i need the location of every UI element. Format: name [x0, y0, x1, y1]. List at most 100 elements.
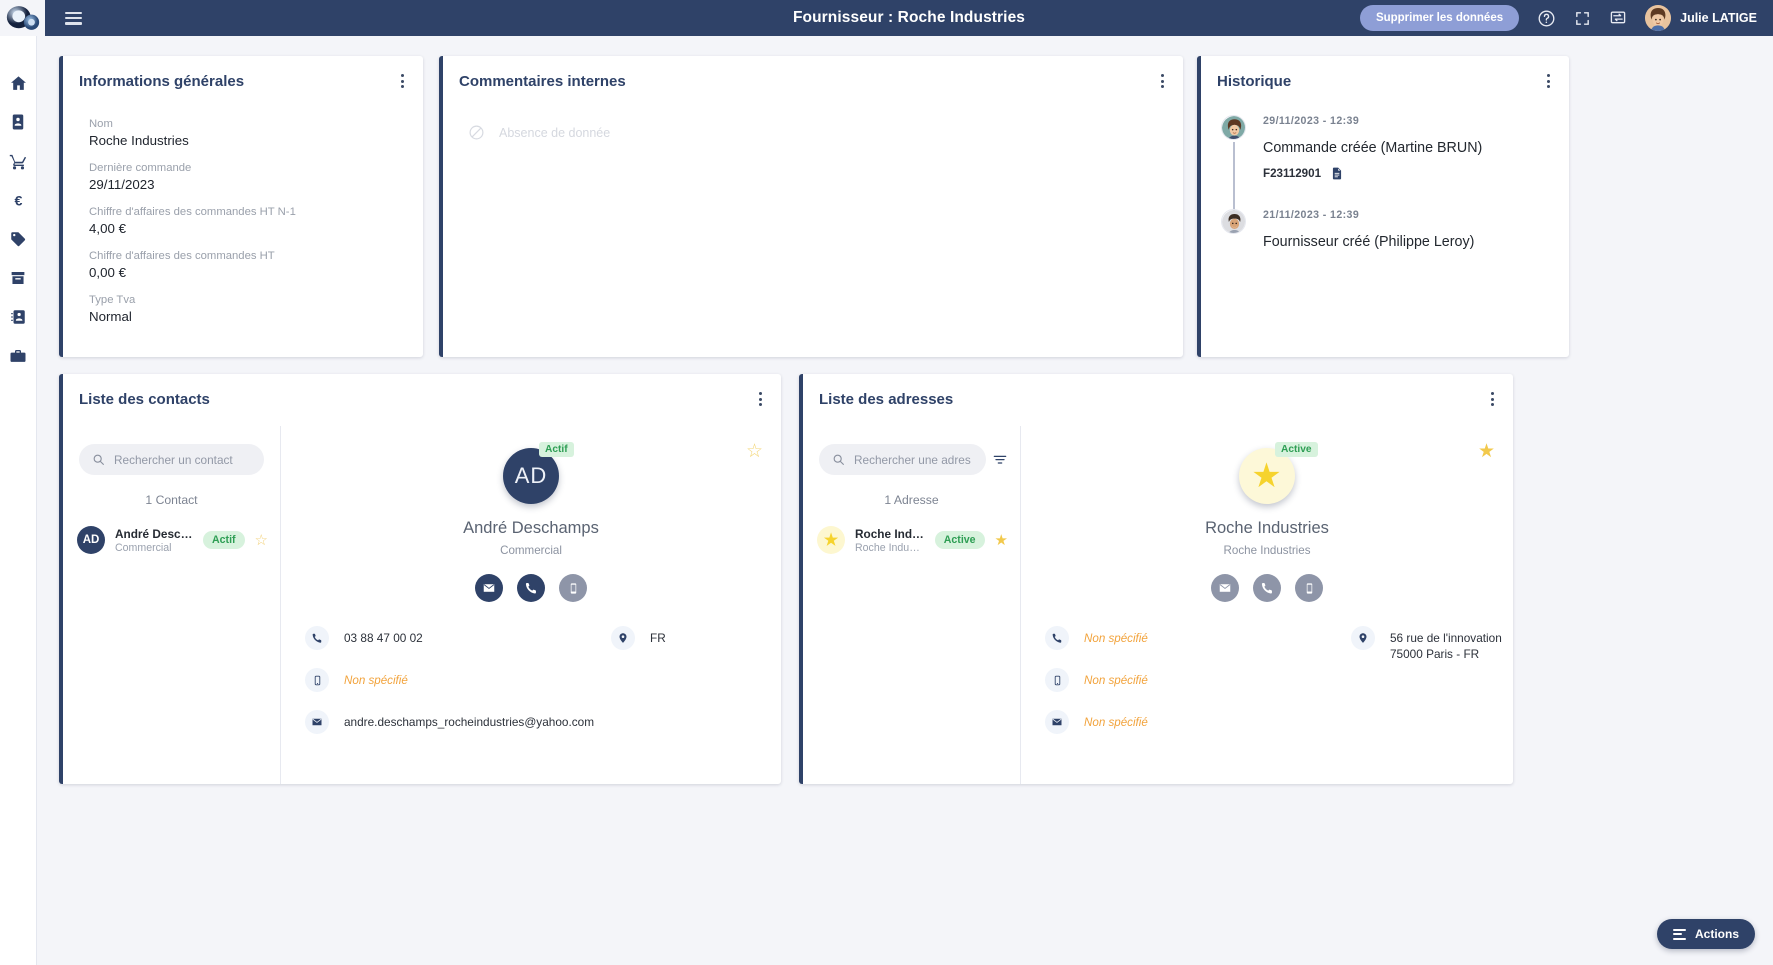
history-timeline: 29/11/2023 - 12:39 Commande créée (Marti…	[1215, 115, 1555, 250]
phone-icon	[305, 626, 329, 650]
phone-action-icon[interactable]	[1253, 574, 1281, 602]
contact-mobile-row: Non spécifié	[305, 668, 605, 692]
actions-button-label: Actions	[1694, 927, 1739, 941]
list-item[interactable]: ★ Roche Industr... Roche Industries Acti…	[803, 517, 1020, 563]
search-input[interactable]	[114, 452, 251, 467]
addresses-menu-button[interactable]	[1484, 390, 1500, 408]
addresses-list-pane: 1 Adresse ★ Roche Industr... Roche Indus…	[803, 426, 1021, 784]
contact-detail: ☆ AD Actif André Deschamps Commercial 03…	[281, 426, 781, 784]
contacts-split: 1 Contact AD André Deschamps Commercial …	[63, 426, 781, 784]
archive-icon[interactable]	[7, 267, 29, 289]
contact-name: André Deschamps	[115, 526, 193, 541]
phone-icon	[1045, 626, 1069, 650]
field-ca-ht-n1: Chiffre d'affaires des commandes HT N-1 …	[89, 206, 296, 236]
address-location-row: 56 rue de l'innovation 75000 Paris - FR	[1351, 626, 1611, 663]
address-name: Roche Industr...	[855, 526, 925, 541]
menu-toggle-button[interactable]	[65, 11, 82, 25]
contact-avatar-wrap: AD Actif	[503, 442, 574, 504]
tag-icon[interactable]	[7, 228, 29, 250]
contact-email-row: andre.deschamps_rocheindustries@yahoo.co…	[305, 710, 605, 734]
history-reference-row: F23112901	[1263, 166, 1555, 181]
mobile-icon	[305, 668, 329, 692]
mobile-action-icon[interactable]	[559, 574, 587, 602]
address-quick-actions	[1021, 574, 1513, 602]
filter-icon[interactable]	[992, 452, 1008, 468]
favorite-star-icon[interactable]: ☆	[746, 440, 763, 463]
location-pin-icon	[1351, 626, 1375, 650]
contact-detail-pane: ☆ AD Actif André Deschamps Commercial 03…	[281, 426, 781, 784]
address-detail-pane: ★ ★ Active Roche Industries Roche Indust…	[1021, 426, 1513, 784]
cart-icon[interactable]	[7, 150, 29, 172]
favorite-star-icon[interactable]: ★	[1478, 440, 1495, 463]
contacts-card: Liste des contacts 1 Contact AD André D	[59, 374, 781, 784]
general-info-menu-button[interactable]	[394, 72, 410, 90]
main-content: Informations générales Nom Roche Industr…	[37, 36, 1773, 965]
address-mobile: Non spécifié	[1084, 674, 1148, 687]
favorite-star-icon: ★	[817, 526, 845, 554]
address-info-right: 56 rue de l'innovation 75000 Paris - FR	[1351, 626, 1611, 681]
address-phone: Non spécifié	[1084, 632, 1148, 645]
phone-action-icon[interactable]	[517, 574, 545, 602]
field-ca-ht: Chiffre d'affaires des commandes HT 0,00…	[89, 250, 275, 280]
history-date: 21/11/2023 - 12:39	[1263, 209, 1360, 221]
status-badge: Actif	[203, 531, 245, 549]
fullscreen-icon[interactable]	[1574, 10, 1591, 27]
contacts-list-pane: 1 Contact AD André Deschamps Commercial …	[63, 426, 281, 784]
euro-icon[interactable]: €	[7, 189, 29, 211]
avatar	[1221, 209, 1246, 234]
app-logo[interactable]	[0, 0, 45, 36]
email-action-icon[interactable]	[475, 574, 503, 602]
favorite-star-icon[interactable]: ★	[995, 531, 1008, 549]
contacts-menu-button[interactable]	[752, 390, 768, 408]
contacts-count: 1 Contact	[145, 493, 198, 507]
field-label: Chiffre d'affaires des commandes HT N-1	[89, 206, 296, 218]
internal-comments-menu-button[interactable]	[1154, 72, 1170, 90]
avatar	[1221, 115, 1246, 140]
svg-text:€: €	[14, 193, 22, 209]
avatar-initials: AD	[77, 526, 105, 554]
history-card: Historique 29/11/2023 - 12:39 Commande c…	[1197, 56, 1569, 357]
address-info-left: Non spécifié Non spécifié Non spécifié	[1045, 626, 1345, 752]
address-avatar-wrap: ★ Active	[1239, 442, 1318, 504]
addresses-count: 1 Adresse	[884, 493, 939, 507]
search-icon	[92, 453, 105, 466]
history-text: Commande créée (Martine BRUN)	[1263, 140, 1483, 156]
mobile-icon	[1045, 668, 1069, 692]
field-label: Chiffre d'affaires des commandes HT	[89, 250, 275, 262]
actions-button[interactable]: Actions	[1656, 919, 1755, 949]
user-name-label: Julie LATIGE	[1680, 11, 1757, 25]
card-title: Liste des contacts	[79, 391, 210, 408]
history-menu-button[interactable]	[1540, 72, 1556, 90]
address-lines: 56 rue de l'innovation 75000 Paris - FR	[1390, 626, 1502, 663]
card-title: Informations générales	[79, 73, 245, 90]
addresses-split: 1 Adresse ★ Roche Industr... Roche Indus…	[803, 426, 1513, 784]
list-item-texts: André Deschamps Commercial	[115, 527, 193, 554]
contact-card-icon[interactable]	[7, 111, 29, 133]
search-input[interactable]	[854, 452, 973, 467]
toolbox-icon[interactable]	[7, 345, 29, 367]
favorite-star-icon[interactable]: ☆	[255, 531, 268, 549]
email-action-icon[interactable]	[1211, 574, 1239, 602]
delete-data-button[interactable]: Supprimer les données	[1359, 5, 1520, 31]
internal-comments-card: Commentaires internes Absence de donnée	[439, 56, 1183, 357]
field-value: 29/11/2023	[89, 177, 155, 192]
empty-state-text: Absence de donnée	[499, 125, 611, 140]
address-line-1: 56 rue de l'innovation	[1390, 631, 1502, 645]
address-line-2: 75000 Paris - FR	[1390, 646, 1480, 661]
contact-search[interactable]	[79, 444, 264, 475]
address-book-icon[interactable]	[7, 306, 29, 328]
home-icon[interactable]	[7, 72, 29, 94]
history-reference: F23112901	[1263, 167, 1322, 180]
help-circle-icon[interactable]	[1537, 9, 1556, 28]
top-bar: Fournisseur : Roche Industries Supprimer…	[45, 0, 1773, 36]
actions-menu-icon	[1672, 928, 1686, 940]
mobile-action-icon[interactable]	[1295, 574, 1323, 602]
field-label: Dernière commande	[89, 162, 192, 174]
message-icon[interactable]	[1609, 9, 1627, 27]
list-item[interactable]: AD André Deschamps Commercial Actif ☆	[63, 517, 280, 563]
card-title: Historique	[1217, 73, 1292, 90]
user-menu[interactable]: Julie LATIGE	[1645, 5, 1757, 31]
address-search[interactable]	[819, 444, 986, 475]
contact-detail-role: Commercial	[500, 544, 562, 557]
document-icon[interactable]	[1330, 166, 1344, 181]
